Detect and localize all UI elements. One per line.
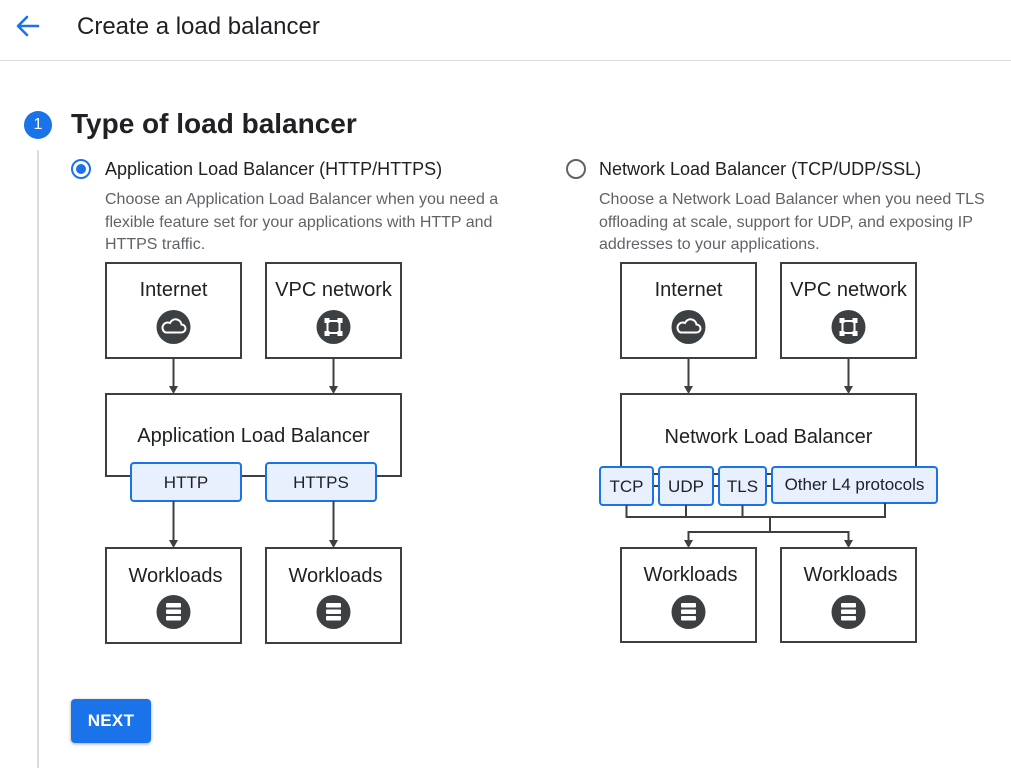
database-icon [831,595,866,629]
workloads-label: Workloads [643,564,737,586]
next-button[interactable]: NEXT [71,699,151,743]
cloud-icon [671,310,706,344]
database-icon [671,595,706,629]
network-lb-diagram: Internet VPC network Network Load Balanc… [599,262,938,643]
network-icon [831,310,866,344]
network-lb-title: Network Load Balancer [665,426,873,448]
tls-label: TLS [727,477,758,496]
udp-label: UDP [668,477,704,496]
other-l4-label: Other L4 protocols [785,475,925,494]
workloads-label: Workloads [803,564,897,586]
internet-label: Internet [655,279,723,301]
tcp-label: TCP [610,477,644,496]
vpc-network-label: VPC network [790,279,908,301]
